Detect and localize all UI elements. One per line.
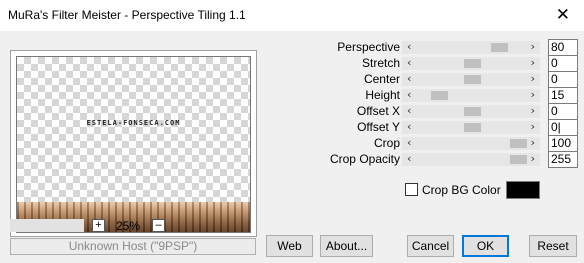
param-value-field[interactable]: 0 [548, 71, 578, 88]
slider-thumb[interactable] [510, 139, 527, 148]
zoom-track[interactable] [10, 219, 84, 232]
preview-watermark: ESTELA-FONSECA.COM [86, 119, 181, 127]
slider-thumb[interactable] [463, 59, 481, 68]
param-value-field[interactable]: 15 [548, 87, 578, 104]
slider-thumb[interactable] [463, 123, 481, 132]
param-label: Crop Opacity [329, 152, 400, 166]
param-value-field[interactable]: 255 [548, 151, 578, 168]
chevron-right-icon[interactable]: › [531, 120, 535, 133]
about-button[interactable]: About... [320, 235, 373, 257]
web-button[interactable]: Web [266, 235, 313, 257]
window-title: MuRa's Filter Meister - Perspective Tili… [8, 8, 246, 22]
chevron-left-icon[interactable]: ‹ [407, 56, 411, 69]
chevron-right-icon[interactable]: › [531, 72, 535, 85]
ok-button[interactable]: OK [462, 235, 509, 257]
chevron-left-icon[interactable]: ‹ [407, 104, 411, 117]
zoom-in-button[interactable]: + [92, 219, 105, 232]
param-row: Offset X ‹ › 0 [330, 103, 582, 120]
param-row: Crop ‹ › 100 [330, 135, 582, 152]
crop-bg-checkbox[interactable] [405, 183, 418, 196]
chevron-left-icon[interactable]: ‹ [407, 88, 411, 101]
chevron-right-icon[interactable]: › [531, 40, 535, 53]
param-slider[interactable]: ‹ › [402, 120, 540, 134]
chevron-right-icon[interactable]: › [531, 136, 535, 149]
param-label: Height [365, 88, 400, 102]
slider-thumb[interactable] [463, 75, 481, 84]
param-label: Center [363, 72, 400, 86]
slider-thumb[interactable] [463, 107, 481, 116]
chevron-left-icon[interactable]: ‹ [407, 136, 411, 149]
preview-image[interactable]: ESTELA-FONSECA.COM [16, 56, 251, 233]
chevron-left-icon[interactable]: ‹ [407, 120, 411, 133]
param-value-field[interactable]: 0 [548, 103, 578, 120]
slider-thumb[interactable] [510, 155, 527, 164]
param-slider[interactable]: ‹ › [402, 56, 540, 70]
param-row: Center ‹ › 0 [330, 71, 582, 88]
param-slider[interactable]: ‹ › [402, 72, 540, 86]
chevron-right-icon[interactable]: › [531, 56, 535, 69]
chevron-left-icon[interactable]: ‹ [407, 40, 411, 53]
param-value-field[interactable]: 80 [548, 39, 578, 56]
param-slider[interactable]: ‹ › [402, 40, 540, 54]
close-icon[interactable]: ✕ [556, 5, 570, 25]
param-row: Stretch ‹ › 0 [330, 55, 582, 72]
chevron-right-icon[interactable]: › [531, 104, 535, 117]
param-slider[interactable]: ‹ › [402, 104, 540, 118]
param-value-field[interactable]: 0| [548, 119, 578, 136]
param-label: Stretch [361, 56, 400, 70]
chevron-left-icon[interactable]: ‹ [407, 152, 411, 165]
cancel-button[interactable]: Cancel [407, 235, 454, 257]
preview-frame: ESTELA-FONSECA.COM [10, 50, 257, 237]
param-slider[interactable]: ‹ › [402, 152, 540, 166]
title-bar: MuRa's Filter Meister - Perspective Tili… [0, 0, 584, 31]
param-value-field[interactable]: 100 [548, 135, 578, 152]
chevron-right-icon[interactable]: › [531, 88, 535, 101]
host-status: Unknown Host ("9PSP") [10, 238, 256, 255]
param-slider[interactable]: ‹ › [402, 88, 540, 102]
param-slider[interactable]: ‹ › [402, 136, 540, 150]
param-value-field[interactable]: 0 [548, 55, 578, 72]
slider-thumb[interactable] [430, 91, 448, 100]
param-row: Crop Opacity ‹ › 255 [329, 151, 582, 168]
param-row: Perspective ‹ › 80 [330, 39, 582, 56]
chevron-left-icon[interactable]: ‹ [407, 72, 411, 85]
crop-bg-color-swatch[interactable] [506, 181, 540, 199]
zoom-level: 25% [115, 219, 141, 233]
slider-thumb[interactable] [491, 43, 509, 52]
chevron-right-icon[interactable]: › [531, 152, 535, 165]
param-label: Offset X [356, 104, 400, 118]
param-row: Height ‹ › 15 [330, 87, 582, 104]
crop-bg-label: Crop BG Color [422, 183, 501, 197]
param-label: Offset Y [357, 120, 400, 134]
param-label: Perspective [337, 40, 400, 54]
dialog-body: ESTELA-FONSECA.COM + 25% – Unknown Host … [0, 31, 584, 263]
param-row: Offset Y ‹ › 0| [330, 119, 582, 136]
reset-button[interactable]: Reset [529, 235, 577, 257]
param-label: Crop [373, 136, 400, 150]
zoom-out-button[interactable]: – [152, 219, 165, 232]
